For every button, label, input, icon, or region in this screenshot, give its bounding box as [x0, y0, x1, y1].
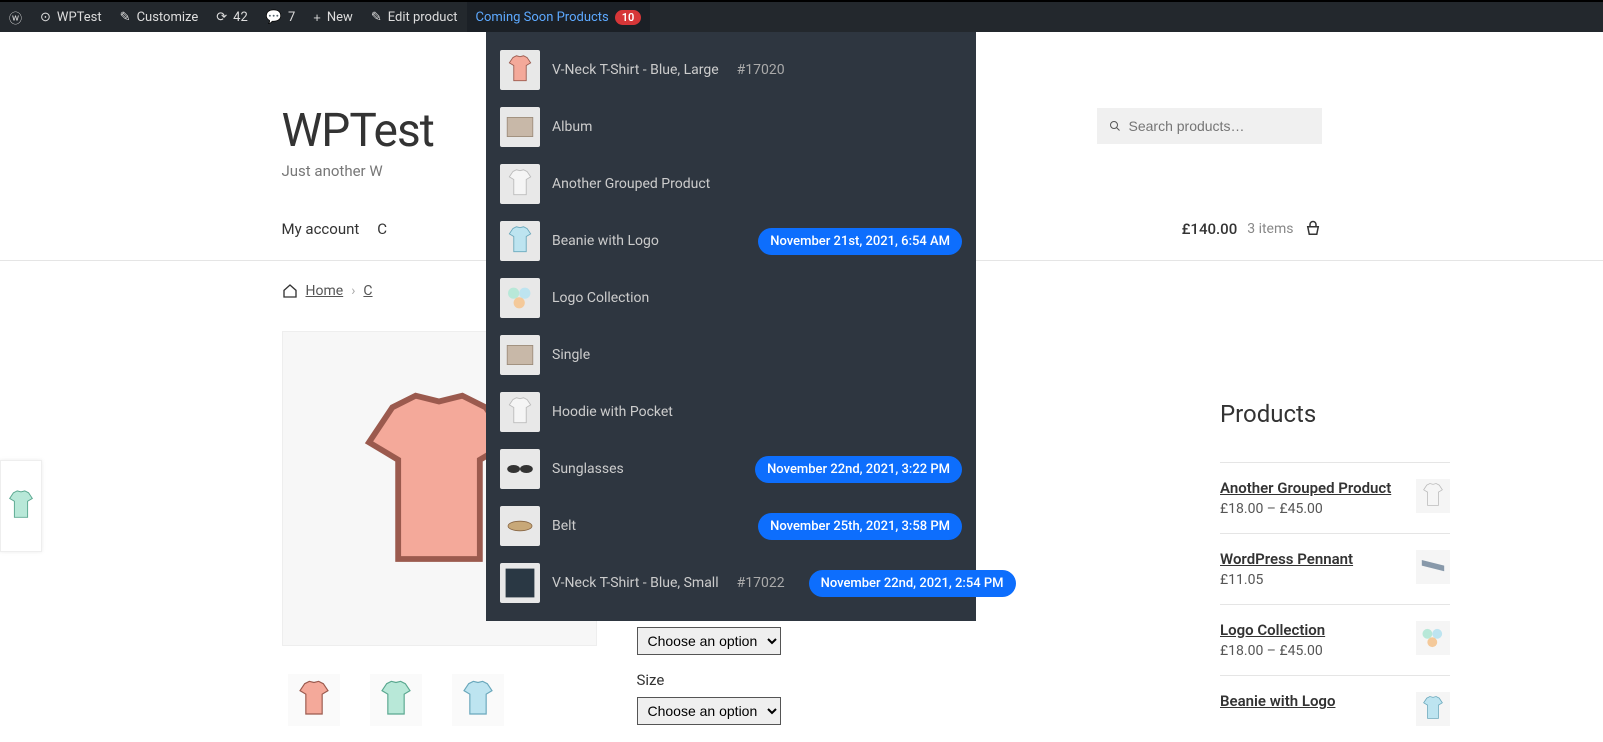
coming-soon-link[interactable]: Coming Soon Products 10	[467, 2, 651, 32]
item-name: Logo Collection	[552, 290, 649, 306]
item-sku: #17020	[737, 62, 785, 78]
widget-product-item: Logo Collection £18.00 – £45.00	[1220, 604, 1450, 675]
coming-soon-item[interactable]: V-Neck T-Shirt - Blue, Large #17020	[496, 46, 966, 94]
site-name-label: WPTest	[57, 10, 102, 25]
item-date-badge: November 21st, 2021, 6:54 AM	[758, 228, 962, 255]
product-thumb	[500, 107, 540, 147]
item-name: Sunglasses	[552, 461, 624, 477]
coming-soon-item[interactable]: Beanie with Logo November 21st, 2021, 6:5…	[496, 217, 966, 265]
edit-product-label: Edit product	[388, 10, 458, 25]
updates-link[interactable]: ⟳ 42	[207, 2, 257, 32]
widget-product-thumb	[1416, 692, 1450, 726]
coming-soon-label: Coming Soon Products	[476, 10, 609, 25]
product-thumb[interactable]	[452, 674, 504, 726]
item-sku: #17022	[737, 575, 785, 591]
size-select[interactable]: Choose an option	[637, 697, 781, 725]
widget-product-item: WordPress Pennant £11.05	[1220, 533, 1450, 604]
product-thumbnails	[282, 674, 597, 726]
item-date-badge: November 25th, 2021, 3:58 PM	[758, 513, 962, 540]
widget-product-name[interactable]: Another Grouped Product	[1220, 479, 1406, 497]
coming-soon-item[interactable]: Belt November 25th, 2021, 3:58 PM	[496, 502, 966, 550]
widget-product-name[interactable]: Beanie with Logo	[1220, 692, 1406, 710]
coming-soon-badge: 10	[615, 10, 642, 25]
widget-product-thumb	[1416, 479, 1450, 513]
coming-soon-item[interactable]: V-Neck T-Shirt - Blue, Small#17022Novemb…	[496, 559, 966, 607]
color-select[interactable]: Choose an option	[637, 627, 781, 655]
products-widget: Products Another Grouped Product £18.00 –…	[1220, 400, 1450, 742]
comment-icon: 💬	[266, 9, 282, 25]
item-name: Beanie with Logo	[552, 233, 659, 249]
product-thumb	[500, 392, 540, 432]
product-thumb	[500, 449, 540, 489]
product-thumb	[500, 506, 540, 546]
edit-product-link[interactable]: ✎ Edit product	[362, 2, 467, 32]
widget-product-item: Another Grouped Product £18.00 – £45.00	[1220, 462, 1450, 533]
site-name-link[interactable]: ⊙ WPTest	[31, 2, 111, 32]
item-name: Another Grouped Product	[552, 176, 710, 192]
basket-icon	[1304, 220, 1322, 238]
search-input[interactable]	[1129, 118, 1310, 134]
item-name: Single	[552, 347, 590, 363]
widget-product-price: £18.00 – £45.00	[1220, 643, 1406, 659]
wp-admin-bar: ⓦ ⊙ WPTest ✎ Customize ⟳ 42 💬 7 + New ✎ …	[0, 0, 1603, 32]
wordpress-icon: ⓦ	[9, 8, 22, 27]
comments-link[interactable]: 💬 7	[257, 2, 305, 32]
wp-logo[interactable]: ⓦ	[0, 2, 31, 32]
widget-product-price: £18.00 – £45.00	[1220, 501, 1406, 517]
prev-product-float[interactable]	[0, 460, 42, 552]
plus-icon: +	[313, 10, 321, 25]
nav-cart-partial[interactable]: C	[377, 220, 387, 238]
widget-product-name[interactable]: Logo Collection	[1220, 621, 1406, 639]
brush-icon: ✎	[120, 9, 131, 25]
new-label: New	[327, 10, 353, 25]
product-thumb	[500, 563, 540, 603]
cart-amount: £140.00	[1182, 220, 1238, 238]
coming-soon-item[interactable]: Album	[496, 103, 966, 151]
updates-count: 42	[233, 10, 248, 25]
product-thumb	[500, 278, 540, 318]
widget-product-thumb	[1416, 550, 1450, 584]
product-thumb[interactable]	[288, 674, 340, 726]
widget-product-price: £11.05	[1220, 572, 1406, 588]
search-icon	[1109, 118, 1121, 134]
widget-product-name[interactable]: WordPress Pennant	[1220, 550, 1406, 568]
coming-soon-item[interactable]: Single	[496, 331, 966, 379]
item-name: V-Neck T-Shirt - Blue, Large	[552, 62, 719, 78]
cart-item-count: 3 items	[1247, 221, 1293, 237]
coming-soon-item[interactable]: Hoodie with Pocket	[496, 388, 966, 436]
product-thumb[interactable]	[370, 674, 422, 726]
item-date-badge: November 22nd, 2021, 3:22 PM	[755, 456, 962, 483]
item-date-badge: November 22nd, 2021, 2:54 PM	[809, 570, 1016, 597]
cart-summary[interactable]: £140.00 3 items	[1182, 220, 1322, 238]
widget-product-item: Beanie with Logo	[1220, 675, 1450, 742]
widget-product-thumb	[1416, 621, 1450, 655]
item-name: V-Neck T-Shirt - Blue, Small	[552, 575, 719, 591]
product-thumb	[500, 50, 540, 90]
coming-soon-item[interactable]: Sunglasses November 22nd, 2021, 3:22 PM	[496, 445, 966, 493]
customize-label: Customize	[137, 10, 199, 25]
home-icon	[282, 283, 298, 299]
coming-soon-item[interactable]: Logo Collection	[496, 274, 966, 322]
product-thumb	[500, 221, 540, 261]
item-name: Album	[552, 119, 592, 135]
coming-soon-item[interactable]: Another Grouped Product	[496, 160, 966, 208]
refresh-icon: ⟳	[216, 9, 227, 25]
breadcrumb-home[interactable]: Home	[306, 283, 344, 299]
size-label: Size	[637, 671, 1322, 689]
comments-count: 7	[288, 10, 295, 25]
coming-soon-dropdown: V-Neck T-Shirt - Blue, Large #17020 Album A…	[486, 32, 976, 621]
dashboard-icon: ⊙	[40, 9, 51, 25]
product-thumb	[500, 164, 540, 204]
product-search[interactable]	[1097, 108, 1322, 144]
product-thumb	[500, 335, 540, 375]
breadcrumb-separator: ›	[351, 283, 355, 299]
nav-my-account[interactable]: My account	[282, 220, 360, 238]
breadcrumb-next[interactable]: C	[363, 283, 372, 299]
new-link[interactable]: + New	[304, 2, 362, 32]
item-name: Belt	[552, 518, 576, 534]
widget-heading: Products	[1220, 400, 1450, 428]
pencil-icon: ✎	[371, 9, 382, 25]
customize-link[interactable]: ✎ Customize	[111, 2, 208, 32]
item-name: Hoodie with Pocket	[552, 404, 673, 420]
